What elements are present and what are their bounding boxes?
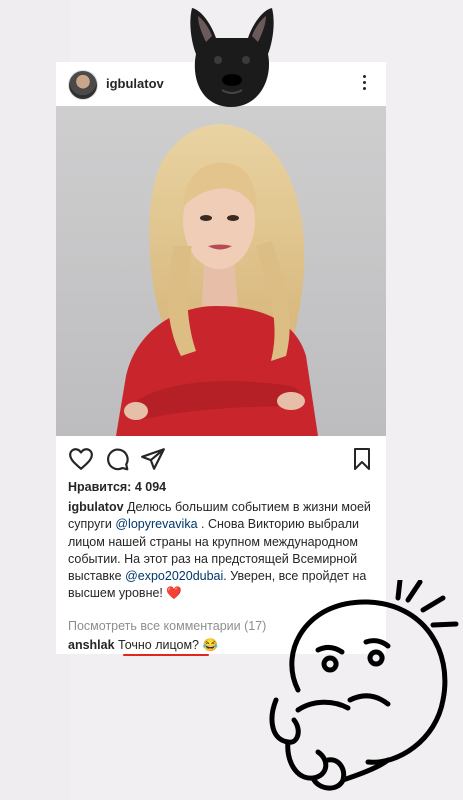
comment-text: Точно лицом? (114, 638, 203, 652)
mention-link[interactable]: @lopyrevavika (115, 517, 197, 531)
comment: anshlak Точно лицом? 😂 (68, 638, 218, 653)
instagram-post-card: igbulatov Нравится: 4 094 igbulatov Делю… (56, 62, 386, 656)
bookmark-icon[interactable] (350, 446, 378, 474)
caption-username[interactable]: igbulatov (68, 500, 124, 514)
post-photo[interactable] (56, 106, 386, 436)
bulldog-sticker (190, 8, 274, 107)
red-underline-annotation (123, 654, 209, 656)
share-icon[interactable] (140, 446, 168, 474)
comment-icon[interactable] (104, 446, 132, 474)
mention-link[interactable]: @expo2020dubai (125, 569, 223, 583)
more-icon[interactable] (356, 72, 372, 96)
comment-username[interactable]: anshlak (68, 638, 115, 652)
laughing-emoji: 😂 (202, 638, 219, 652)
avatar[interactable] (68, 70, 98, 100)
view-all-comments-link[interactable]: Посмотреть все комментарии (17) (68, 619, 266, 633)
heart-icon[interactable] (68, 446, 96, 474)
doodle-face-sticker (269, 580, 459, 791)
likes-count[interactable]: Нравится: 4 094 (68, 480, 166, 494)
heart-emoji: ❤️ (166, 586, 182, 601)
woman-portrait-image (116, 124, 318, 436)
post-username[interactable]: igbulatov (106, 76, 164, 91)
action-bar (56, 446, 386, 474)
